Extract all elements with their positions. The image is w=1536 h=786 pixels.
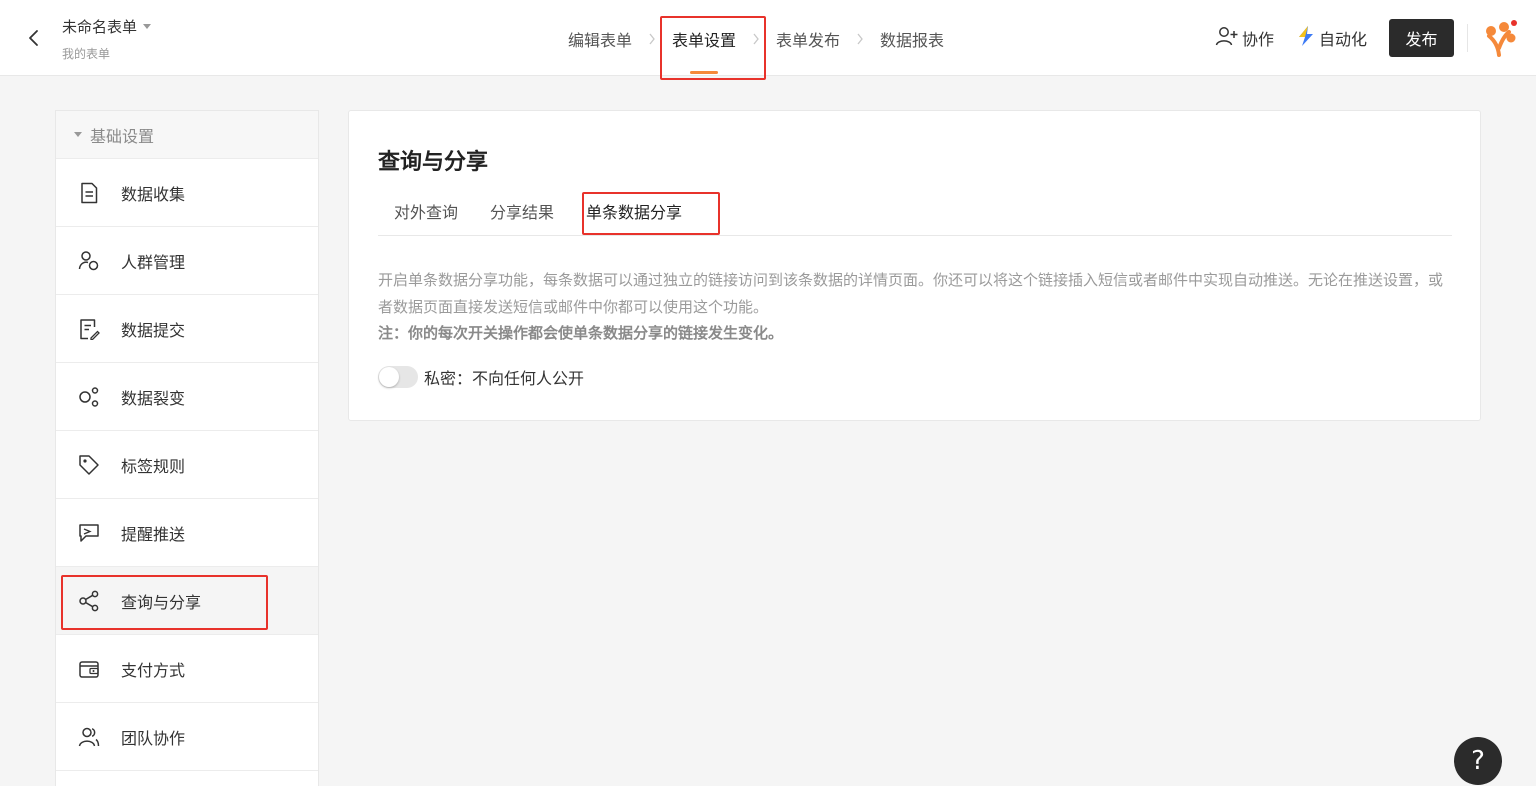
chevron-right-icon (840, 33, 880, 45)
sidebar-item-team-collaboration[interactable]: 团队协作 (56, 703, 318, 771)
top-header: 未命名表单 我的表单 编辑表单 表单设置 表单发布 数据报表 协作 自动化 发布 (0, 0, 1536, 76)
privacy-toggle[interactable] (378, 366, 418, 388)
document-edit-icon (78, 318, 100, 340)
sidebar-group-label: 基础设置 (90, 126, 155, 146)
tab-external-query[interactable]: 对外查询 (378, 200, 474, 236)
automation-label: 自动化 (1318, 30, 1367, 49)
sidebar-item-label: 支付方式 (121, 660, 186, 680)
chevron-right-icon (736, 33, 776, 45)
feature-note: 注：你的每次开关操作都会使单条数据分享的链接发生变化。 (378, 324, 784, 342)
sidebar-item-data-submission[interactable]: 数据提交 (56, 295, 318, 363)
user-group-icon (78, 250, 100, 272)
step-nav: 编辑表单 表单设置 表单发布 数据报表 (568, 26, 944, 74)
sidebar-item-label: 数据提交 (121, 320, 186, 340)
fission-icon (78, 386, 100, 408)
header-divider (1467, 24, 1468, 52)
publish-button[interactable]: 发布 (1389, 19, 1454, 57)
document-icon (78, 182, 100, 204)
sidebar-item-label: 提醒推送 (121, 524, 186, 544)
help-button[interactable]: ? (1454, 737, 1502, 785)
wallet-icon (78, 658, 100, 680)
sidebar-item-label: 标签规则 (121, 456, 186, 476)
privacy-toggle-label: 私密：不向任何人公开 (424, 369, 585, 388)
sidebar-item-tag-rules[interactable]: 标签规则 (56, 431, 318, 499)
sidebar-item-crowd-management[interactable]: 人群管理 (56, 227, 318, 295)
settings-sidebar: 基础设置 数据收集 人群管理 数据提交 数据裂变 标签规则 提醒推送 查询与分享… (55, 110, 319, 786)
toggle-knob (379, 367, 399, 387)
sidebar-item-label: 查询与分享 (121, 592, 202, 612)
sidebar-item-data-collection[interactable]: 数据收集 (56, 159, 318, 227)
lightning-icon (1296, 25, 1319, 51)
team-icon (78, 726, 100, 748)
sidebar-group-basic[interactable]: 基础设置 (56, 111, 318, 159)
sidebar-item-label: 团队协作 (121, 728, 186, 748)
sidebar-item-query-share[interactable]: 查询与分享 (56, 567, 318, 635)
header-actions: 协作 自动化 发布 (1215, 18, 1536, 58)
page-title: 查询与分享 (378, 150, 489, 175)
share-icon (78, 590, 100, 612)
privacy-toggle-row: 私密：不向任何人公开 (378, 365, 584, 389)
form-title: 未命名表单 (62, 18, 138, 36)
tag-icon (78, 454, 100, 476)
step-form-settings[interactable]: 表单设置 (672, 27, 736, 74)
step-form-publish[interactable]: 表单发布 (776, 27, 840, 51)
caret-down-icon (143, 24, 152, 29)
automation-button[interactable]: 自动化 (1296, 25, 1367, 51)
collaborate-button[interactable]: 协作 (1215, 25, 1274, 51)
tab-bar: 对外查询 分享结果 单条数据分享 (378, 200, 1452, 236)
sidebar-item-label: 数据收集 (121, 184, 186, 204)
form-title-dropdown[interactable]: 未命名表单 (62, 16, 152, 37)
sidebar-item-label: 人群管理 (121, 252, 186, 272)
chevron-left-icon[interactable] (22, 26, 46, 50)
sidebar-item-reminder-push[interactable]: 提醒推送 (56, 499, 318, 567)
caret-down-icon (74, 132, 82, 137)
step-edit-form[interactable]: 编辑表单 (568, 27, 632, 51)
tab-single-data-share[interactable]: 单条数据分享 (570, 200, 698, 236)
step-data-report[interactable]: 数据报表 (880, 27, 944, 51)
tab-share-results[interactable]: 分享结果 (474, 200, 570, 236)
form-subtitle: 我的表单 (62, 47, 111, 61)
feature-description: 开启单条数据分享功能，每条数据可以通过独立的链接访问到该条数据的详情页面。你还可… (378, 271, 1444, 316)
chevron-right-icon (632, 33, 672, 45)
brand-logo-icon[interactable] (1480, 18, 1520, 58)
sidebar-item-payment[interactable]: 支付方式 (56, 635, 318, 703)
send-icon (78, 522, 100, 544)
collaborate-label: 协作 (1241, 30, 1274, 49)
content-panel: 查询与分享 对外查询 分享结果 单条数据分享 开启单条数据分享功能，每条数据可以… (348, 110, 1481, 421)
sidebar-item-label: 数据裂变 (121, 388, 186, 408)
sidebar-item-data-fission[interactable]: 数据裂变 (56, 363, 318, 431)
user-add-icon (1215, 25, 1242, 51)
